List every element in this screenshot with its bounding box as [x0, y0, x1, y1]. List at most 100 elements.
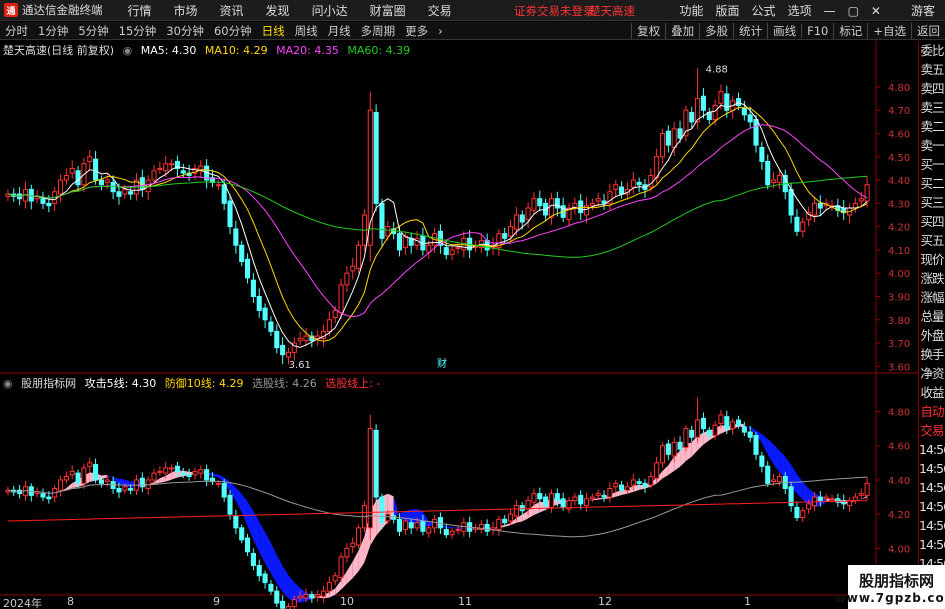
- tool-huaxian[interactable]: 画线: [767, 23, 801, 39]
- candle-body: [513, 214, 519, 230]
- sub-candle-body: [426, 527, 432, 534]
- tool-zixuan[interactable]: +自选: [867, 23, 911, 39]
- side-item-17: 净资: [920, 366, 944, 381]
- sub-candle-body: [192, 470, 198, 476]
- candle-body: [227, 200, 233, 228]
- sub-candle-body: [104, 479, 110, 483]
- settings-icon[interactable]: ◉: [123, 44, 133, 57]
- attack-defend-ribbon: [101, 474, 108, 480]
- tool-duogu[interactable]: 多股: [699, 23, 733, 39]
- sub-price-label: 4.00: [888, 544, 910, 555]
- menu-zixun[interactable]: 资讯: [209, 2, 255, 19]
- sub-candle-body: [776, 476, 782, 483]
- candle-body: [671, 128, 677, 148]
- period-15min[interactable]: 15分钟: [114, 23, 162, 39]
- period-more[interactable]: 更多: [400, 23, 433, 39]
- period-week[interactable]: 周线: [290, 23, 323, 39]
- side-item-24[interactable]: 14:56: [919, 497, 945, 516]
- period-multi[interactable]: 多周期: [356, 23, 401, 39]
- maximize-icon[interactable]: ▢: [842, 4, 865, 18]
- sub-candle-body: [648, 476, 654, 486]
- attack-defend-ribbon: [861, 495, 868, 500]
- menu-jiaoyi[interactable]: 交易: [417, 2, 463, 19]
- candle-body: [519, 214, 525, 223]
- candle-body: [508, 226, 514, 237]
- side-item-20[interactable]: 交易: [919, 421, 945, 440]
- sub-candle-body: [659, 445, 666, 464]
- menu-banmian[interactable]: 版面: [710, 2, 746, 19]
- candle-body: [268, 321, 274, 332]
- sub-candle-body: [350, 542, 356, 548]
- sub-candle-body: [338, 556, 344, 578]
- menu-caifuquan[interactable]: 财富圈: [359, 2, 417, 19]
- side-item-25[interactable]: 14:56: [919, 516, 945, 535]
- candle-body: [75, 170, 81, 186]
- menu-xuanxiang[interactable]: 选项: [782, 2, 818, 19]
- period-5min[interactable]: 5分钟: [73, 23, 113, 39]
- candle-body: [396, 233, 403, 251]
- side-item-22[interactable]: 14:56: [919, 459, 945, 478]
- stock-period-label: 楚天高速(日线 前复权): [3, 44, 115, 57]
- sub-candle-body: [174, 465, 180, 472]
- menu-faxian[interactable]: 发现: [255, 2, 301, 19]
- guest-label[interactable]: 游客: [905, 2, 945, 19]
- sub-candle-body: [414, 522, 420, 529]
- period-day[interactable]: 日线: [257, 23, 290, 39]
- sub-candle-body: [297, 595, 303, 599]
- sub-candle-body: [735, 419, 742, 426]
- sub-candle-body: [396, 518, 403, 532]
- main-price-label: 3.90: [888, 292, 910, 303]
- period-60min[interactable]: 60分钟: [209, 23, 257, 39]
- tool-fanhui[interactable]: 返回: [911, 23, 945, 39]
- sub-price-label: 4.40: [888, 476, 910, 487]
- menu-gongshi[interactable]: 公式: [746, 2, 782, 19]
- sub-candle-body: [63, 476, 69, 481]
- login-warning[interactable]: 证券交易未登录: [514, 3, 595, 19]
- attack-defend-ribbon: [265, 531, 271, 574]
- side-item-16: 换手: [920, 347, 944, 362]
- side-item-12: 涨跌: [920, 271, 944, 286]
- tool-diejia[interactable]: 叠加: [665, 23, 699, 39]
- side-item-23[interactable]: 14:56: [919, 478, 945, 497]
- candle-body: [63, 174, 69, 181]
- minimize-icon[interactable]: —: [818, 4, 842, 18]
- period-month[interactable]: 月线: [323, 23, 356, 39]
- tool-fuquan[interactable]: 复权: [631, 23, 665, 39]
- x-label-jan: 1: [744, 595, 751, 608]
- tool-f10[interactable]: F10: [801, 24, 833, 38]
- candle-body: [531, 198, 537, 211]
- sub-candle-body: [508, 513, 514, 522]
- kline-chart[interactable]: 4.80 4.70 4.60 4.50 4.40 4.30 4.20 4.10 4.00 3.90…: [0, 41, 918, 609]
- main-price-label: 4.80: [888, 83, 910, 94]
- main-price-label: 4.00: [888, 269, 910, 280]
- chevron-right-icon[interactable]: ›: [433, 24, 448, 38]
- sub-settings-icon[interactable]: ◉: [3, 377, 13, 390]
- side-item-26[interactable]: 14:56: [919, 535, 945, 554]
- menu-hangqing[interactable]: 行情: [117, 2, 163, 19]
- sub-candle-body: [496, 518, 502, 531]
- x-label-oct: 10: [340, 595, 354, 608]
- sub-candle-body: [619, 484, 625, 491]
- side-item-3: 卖三: [920, 100, 944, 115]
- side-item-19[interactable]: 自动: [919, 402, 945, 421]
- tool-tongji[interactable]: 统计: [733, 23, 767, 39]
- attack-defend-ribbon: [393, 496, 400, 517]
- candle-body: [87, 156, 93, 162]
- menu-shichang[interactable]: 市场: [163, 2, 209, 19]
- candle-body: [636, 181, 642, 186]
- sub-candle-body: [689, 429, 695, 438]
- candle-body: [110, 181, 116, 193]
- menu-wenxiaoda[interactable]: 问小达: [301, 2, 359, 19]
- main-price-label: 4.50: [888, 153, 910, 164]
- menu-gongneng[interactable]: 功能: [674, 2, 710, 19]
- candle-body: [338, 284, 344, 314]
- side-item-21[interactable]: 14:56: [919, 440, 945, 459]
- close-icon[interactable]: ✕: [865, 4, 887, 18]
- tool-biaoji[interactable]: 标记: [833, 23, 867, 39]
- main-price-label: 4.70: [888, 106, 910, 117]
- period-1min[interactable]: 1分钟: [33, 23, 73, 39]
- period-30min[interactable]: 30分钟: [161, 23, 209, 39]
- sub-candle-body: [800, 510, 806, 519]
- side-item-5: 卖一: [920, 138, 944, 153]
- period-fenshi[interactable]: 分时: [0, 23, 33, 39]
